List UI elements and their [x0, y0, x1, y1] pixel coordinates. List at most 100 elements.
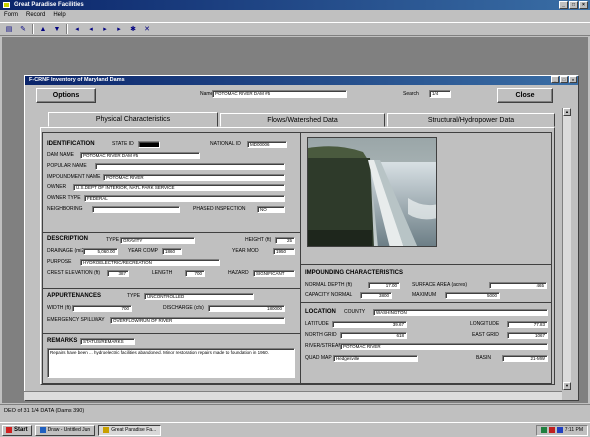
- north-grid-field[interactable]: 618: [340, 332, 407, 339]
- scroll-up-icon[interactable]: ▲: [563, 108, 571, 116]
- tab-structural[interactable]: Structural/Hydropower Data: [387, 113, 555, 127]
- purpose-label: PURPOSE: [47, 259, 72, 265]
- neighboring-field[interactable]: [92, 206, 180, 213]
- description-heading: DESCRIPTION: [47, 236, 89, 242]
- river-field[interactable]: POTOMAC RIVER: [340, 343, 548, 350]
- width-field[interactable]: 700: [72, 305, 132, 312]
- close-button[interactable]: Close: [497, 88, 553, 103]
- minimize-icon[interactable]: _: [559, 1, 568, 9]
- location-heading: LOCATION: [305, 309, 336, 315]
- discharge-field[interactable]: 180000: [208, 305, 285, 312]
- tray-icon[interactable]: [540, 427, 547, 433]
- windows-logo-icon: [6, 427, 12, 433]
- capacity-field[interactable]: 3800: [360, 292, 392, 299]
- remarks-tag: STATUS/REMARKS: [80, 338, 135, 345]
- section-divider: [43, 333, 300, 334]
- impoundment-field[interactable]: POTOMAC RIVER: [103, 174, 285, 181]
- year-comp-field[interactable]: 1860: [162, 248, 182, 255]
- app-titlebar[interactable]: Great Paradise Facilities _ □ ×: [0, 0, 590, 10]
- crest-label: CREST ELEVATION (ft): [47, 270, 101, 276]
- maximum-field[interactable]: 5000: [445, 292, 500, 299]
- taskbar: Start Draw - Untitled Jun Great Paradise…: [0, 422, 590, 437]
- popular-name-field[interactable]: [95, 163, 285, 170]
- county-field[interactable]: WASHINGTON: [373, 309, 548, 316]
- first-record-icon[interactable]: ◂: [72, 24, 82, 34]
- vertical-scrollbar[interactable]: ▲ ▼: [562, 108, 571, 390]
- crest-field[interactable]: 387: [107, 270, 129, 277]
- state-id-label: STATE ID: [112, 141, 134, 147]
- form-maximize-icon[interactable]: □: [560, 76, 568, 83]
- latitude-field[interactable]: 39.67: [332, 321, 407, 328]
- menu-record[interactable]: Record: [26, 10, 45, 21]
- design-icon[interactable]: ✎: [18, 24, 28, 34]
- toolbar-separator: [32, 24, 34, 34]
- search-label: Search: [403, 91, 419, 97]
- surface-area-field[interactable]: 465: [489, 282, 547, 289]
- new-record-icon[interactable]: ✱: [128, 24, 138, 34]
- appurtenance-type-field[interactable]: UNCONTROLLED: [144, 293, 254, 300]
- section-divider: [301, 264, 552, 265]
- drainage-label: DRAINAGE (mi2): [47, 248, 86, 254]
- basin-field[interactable]: 21-MW: [502, 355, 548, 362]
- tab-physical[interactable]: Physical Characteristics: [48, 112, 218, 127]
- height-field[interactable]: 25: [275, 237, 295, 244]
- scroll-down-icon[interactable]: ▼: [563, 382, 571, 390]
- sort-icon[interactable]: ▲: [38, 24, 48, 34]
- height-label: HEIGHT (ft): [245, 237, 272, 243]
- task-great-paradise[interactable]: Great Paradise Fa...: [98, 424, 162, 436]
- close-icon[interactable]: ×: [579, 1, 588, 9]
- section-divider: [301, 302, 552, 303]
- phased-inspection-field[interactable]: NO: [257, 206, 285, 213]
- last-record-icon[interactable]: ▸: [114, 24, 124, 34]
- purpose-field[interactable]: HYDROELECTRIC/RECREATION: [80, 259, 220, 266]
- task-great-paradise-label: Great Paradise Fa...: [111, 426, 157, 433]
- horizontal-scrollbar[interactable]: [24, 391, 562, 400]
- tab-flows[interactable]: Flows/Watershed Data: [220, 113, 385, 127]
- longitude-field[interactable]: 77.83: [507, 321, 548, 328]
- options-button[interactable]: Options: [36, 88, 96, 103]
- north-grid-label: NORTH GRID: [305, 332, 337, 338]
- maximize-icon[interactable]: □: [569, 1, 578, 9]
- length-field[interactable]: 700: [185, 270, 205, 277]
- normal-depth-field[interactable]: 17.00: [368, 282, 400, 289]
- hazard-field[interactable]: SIGNIFICANT: [253, 270, 295, 277]
- type-label: TYPE: [106, 237, 120, 243]
- impoundment-label: IMPOUNDMENT NAME: [47, 174, 101, 180]
- name-field[interactable]: POTOMAC RIVER DAM #5: [212, 90, 347, 98]
- start-button[interactable]: Start: [2, 424, 32, 436]
- state-id-field[interactable]: [138, 141, 160, 148]
- task-draw[interactable]: Draw - Untitled Jun: [34, 424, 96, 436]
- national-id-field[interactable]: MD00006: [247, 141, 287, 148]
- delete-record-icon[interactable]: ✕: [142, 24, 152, 34]
- next-record-icon[interactable]: ▸: [100, 24, 110, 34]
- owner-field[interactable]: U.S.DEPT OF INTERIOR, NATL PARK SERVICE: [73, 184, 285, 191]
- quad-map-field[interactable]: Hedgesville: [333, 355, 418, 362]
- status-bar: DEO of 31 1/4 DATA (Dams 390): [0, 404, 590, 416]
- emergency-spillway-field[interactable]: OVERFLOW/RUN OF RIVER: [110, 317, 285, 324]
- river-label: RIVER/STREAM: [305, 343, 343, 349]
- dam-photo-image: [308, 138, 436, 246]
- form-close-icon[interactable]: ×: [569, 76, 577, 83]
- print-icon[interactable]: ▤: [4, 24, 14, 34]
- form-minimize-icon[interactable]: _: [551, 76, 559, 83]
- filter-icon[interactable]: ▼: [52, 24, 62, 34]
- dam-name-field[interactable]: POTOMAC RIVER DAM #5: [80, 152, 200, 159]
- east-grid-field[interactable]: 1067: [507, 332, 548, 339]
- search-field[interactable]: 1/4: [429, 90, 451, 98]
- volume-icon[interactable]: [556, 427, 563, 433]
- tab-strip: Physical Characteristics Flows/Watershed…: [40, 112, 555, 127]
- form-titlebar[interactable]: F-CRNF Inventory of Maryland Dams _ □ ×: [25, 76, 578, 85]
- type-field[interactable]: GRAVITY: [120, 237, 195, 244]
- tray-icon[interactable]: [548, 427, 555, 433]
- remarks-heading: REMARKS: [47, 338, 78, 344]
- year-mod-label: YEAR MOD: [232, 248, 259, 254]
- drainage-field[interactable]: 5,060.00: [83, 248, 118, 255]
- year-mod-field[interactable]: 1950: [273, 248, 295, 255]
- menu-help[interactable]: Help: [53, 10, 65, 21]
- owner-type-field[interactable]: FEDERAL: [84, 195, 285, 202]
- remarks-textarea[interactable]: Repairs have been ... hydroelectric faci…: [47, 348, 295, 378]
- quad-map-label: QUAD MAP: [305, 355, 332, 361]
- prev-record-icon[interactable]: ◂: [86, 24, 96, 34]
- menu-form[interactable]: Form: [4, 10, 18, 21]
- column-divider: [300, 133, 301, 384]
